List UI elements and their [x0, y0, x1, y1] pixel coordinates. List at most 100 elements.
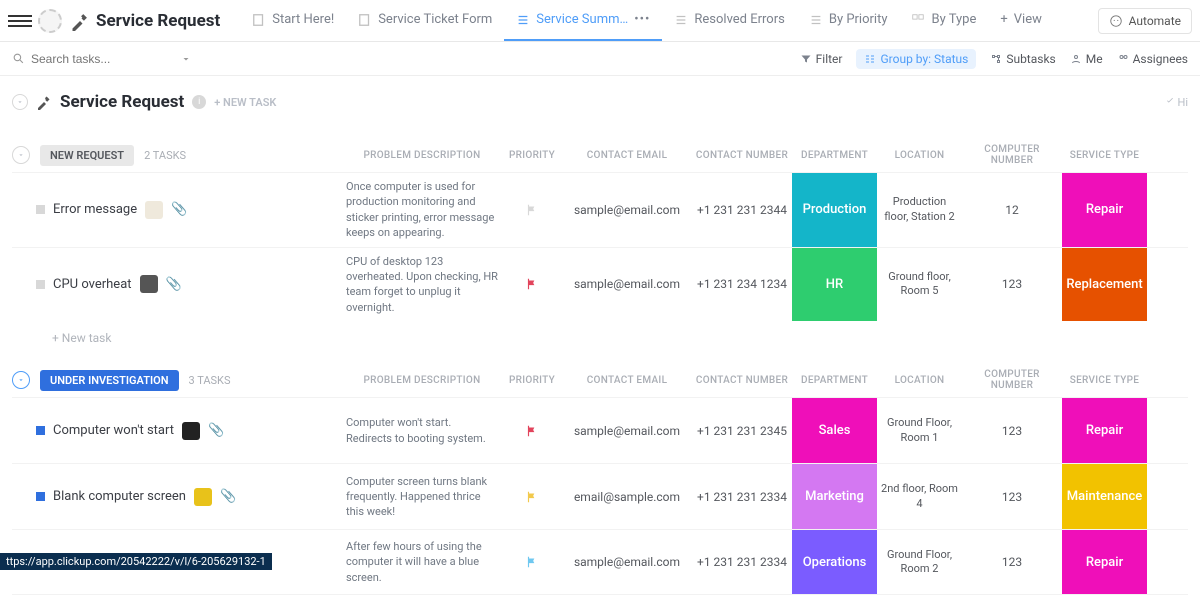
status-square-icon[interactable] [36, 280, 45, 289]
task-row[interactable]: Blank computer screen📎Computer screen tu… [12, 463, 1188, 529]
assignees-label: Assignees [1133, 52, 1188, 66]
new-task-link[interactable]: + NEW TASK [214, 96, 276, 109]
attachment-icon[interactable]: 📎 [166, 277, 182, 292]
tab-service-ticket-form[interactable]: Service Ticket Form [346, 0, 504, 41]
filter-button[interactable]: Filter [800, 52, 843, 66]
task-name[interactable]: Error message [53, 202, 137, 217]
service-type-cell[interactable]: Maintenance [1062, 464, 1147, 529]
task-row[interactable]: Computer won't start📎Computer won't star… [12, 397, 1188, 463]
add-view-label: View [1014, 12, 1042, 27]
column-header[interactable]: CONTACT EMAIL [562, 369, 692, 392]
attachment-icon[interactable]: 📎 [208, 423, 224, 438]
task-name[interactable]: Blank computer screen [53, 489, 186, 504]
tab-service-summary[interactable]: Service Summ… ••• [504, 0, 662, 41]
chevron-down-icon [17, 151, 25, 159]
search-input[interactable] [31, 52, 151, 66]
automate-button[interactable]: Automate [1098, 8, 1192, 34]
tab-resolved-errors[interactable]: Resolved Errors [662, 0, 796, 41]
add-view-button[interactable]: + View [988, 0, 1054, 41]
column-header[interactable]: PRIORITY [502, 369, 562, 392]
department-cell[interactable]: Production [792, 173, 877, 247]
subtasks-button[interactable]: Subtasks [990, 52, 1055, 66]
contact-email: sample@email.com [562, 530, 692, 594]
view-tabs: Start Here! Service Ticket Form Service … [240, 0, 1097, 41]
group-caret[interactable] [12, 371, 30, 389]
task-row[interactable]: Error message📎Once computer is used for … [12, 172, 1188, 247]
column-header[interactable]: LOCATION [877, 369, 962, 392]
column-header[interactable]: LOCATION [877, 144, 962, 167]
people-icon [1117, 53, 1129, 65]
group-by-label: Group by: Status [880, 52, 968, 66]
tab-by-priority[interactable]: By Priority [797, 0, 900, 41]
hamburger-icon[interactable] [8, 9, 32, 33]
info-icon[interactable]: i [192, 95, 206, 109]
column-header[interactable]: PROBLEM DESCRIPTION [342, 144, 502, 167]
column-header[interactable]: SERVICE TYPE [1062, 144, 1147, 167]
subtasks-icon [990, 53, 1002, 65]
priority-cell[interactable] [502, 248, 562, 322]
column-header[interactable]: CONTACT EMAIL [562, 144, 692, 167]
column-header[interactable]: PROBLEM DESCRIPTION [342, 369, 502, 392]
task-name[interactable]: Computer won't start [53, 423, 174, 438]
column-header[interactable]: DEPARTMENT [792, 144, 877, 167]
location: Ground Floor, Room 1 [877, 398, 962, 463]
problem-description: CPU of desktop 123 overheated. Upon chec… [342, 248, 502, 322]
department-badge: Sales [792, 398, 877, 463]
contact-email: sample@email.com [562, 398, 692, 463]
service-type-cell[interactable]: Repair [1062, 173, 1147, 247]
task-name[interactable]: CPU overheat [53, 277, 132, 292]
status-square-icon[interactable] [36, 205, 45, 214]
status-pill[interactable]: UNDER INVESTIGATION [40, 370, 179, 391]
check-icon [1165, 96, 1175, 106]
service-type-cell[interactable]: Repair [1062, 398, 1147, 463]
status-square-icon[interactable] [36, 492, 45, 501]
service-type-cell[interactable]: Repair [1062, 530, 1147, 594]
flag-icon [525, 424, 539, 438]
priority-cell[interactable] [502, 398, 562, 463]
chevron-down-icon[interactable] [180, 53, 192, 65]
location: Production floor, Station 2 [877, 173, 962, 247]
priority-cell[interactable] [502, 464, 562, 529]
department-cell[interactable]: Operations [792, 530, 877, 594]
attachment-icon[interactable]: 📎 [220, 489, 236, 504]
tab-start-here[interactable]: Start Here! [240, 0, 346, 41]
me-label: Me [1086, 52, 1103, 66]
tab-by-type[interactable]: By Type [899, 0, 988, 41]
column-header[interactable]: DEPARTMENT [792, 369, 877, 392]
service-type-cell[interactable]: Replacement [1062, 248, 1147, 322]
plus-icon: + [1000, 12, 1007, 27]
column-header[interactable]: COMPUTER NUMBER [962, 363, 1062, 397]
collapse-list-caret[interactable] [12, 94, 28, 110]
status-pill[interactable]: NEW REQUEST [40, 145, 134, 166]
status-square-icon[interactable] [36, 426, 45, 435]
new-task-row[interactable]: + New task [12, 321, 1188, 345]
problem-description: After few hours of using the computer it… [342, 530, 502, 594]
task-thumb-icon [140, 275, 158, 293]
priority-cell[interactable] [502, 173, 562, 247]
tab-label: Service Ticket Form [378, 12, 492, 27]
search-icon [12, 52, 25, 65]
contact-number: +1 231 231 2345 [692, 398, 792, 463]
tab-menu-icon[interactable]: ••• [634, 12, 650, 27]
department-cell[interactable]: Sales [792, 398, 877, 463]
task-row[interactable]: CPU overheat 📎 CPU of desktop 123 overheat… [12, 247, 1188, 322]
department-cell[interactable]: HR [792, 248, 877, 322]
status-url: ttps://app.clickup.com/20542222/v/l/6-20… [0, 553, 272, 570]
attachment-icon[interactable]: 📎 [171, 202, 187, 217]
column-header[interactable]: CONTACT NUMBER [692, 369, 792, 392]
flag-icon [525, 203, 539, 217]
task-count: 3 TASKS [189, 374, 231, 387]
me-button[interactable]: Me [1070, 52, 1103, 66]
column-header[interactable]: COMPUTER NUMBER [962, 138, 1062, 172]
group: NEW REQUEST2 TASKSPROBLEM DESCRIPTIONPRI… [0, 120, 1200, 345]
department-cell[interactable]: Marketing [792, 464, 877, 529]
assignees-button[interactable]: Assignees [1117, 52, 1188, 66]
column-header[interactable]: CONTACT NUMBER [692, 144, 792, 167]
group-by-button[interactable]: Group by: Status [856, 49, 976, 69]
column-header[interactable]: PRIORITY [502, 144, 562, 167]
chevron-down-icon [16, 98, 24, 106]
priority-cell[interactable] [502, 530, 562, 594]
group-caret[interactable] [12, 146, 30, 164]
hide-link[interactable]: Hi [1165, 96, 1188, 109]
column-header[interactable]: SERVICE TYPE [1062, 369, 1147, 392]
